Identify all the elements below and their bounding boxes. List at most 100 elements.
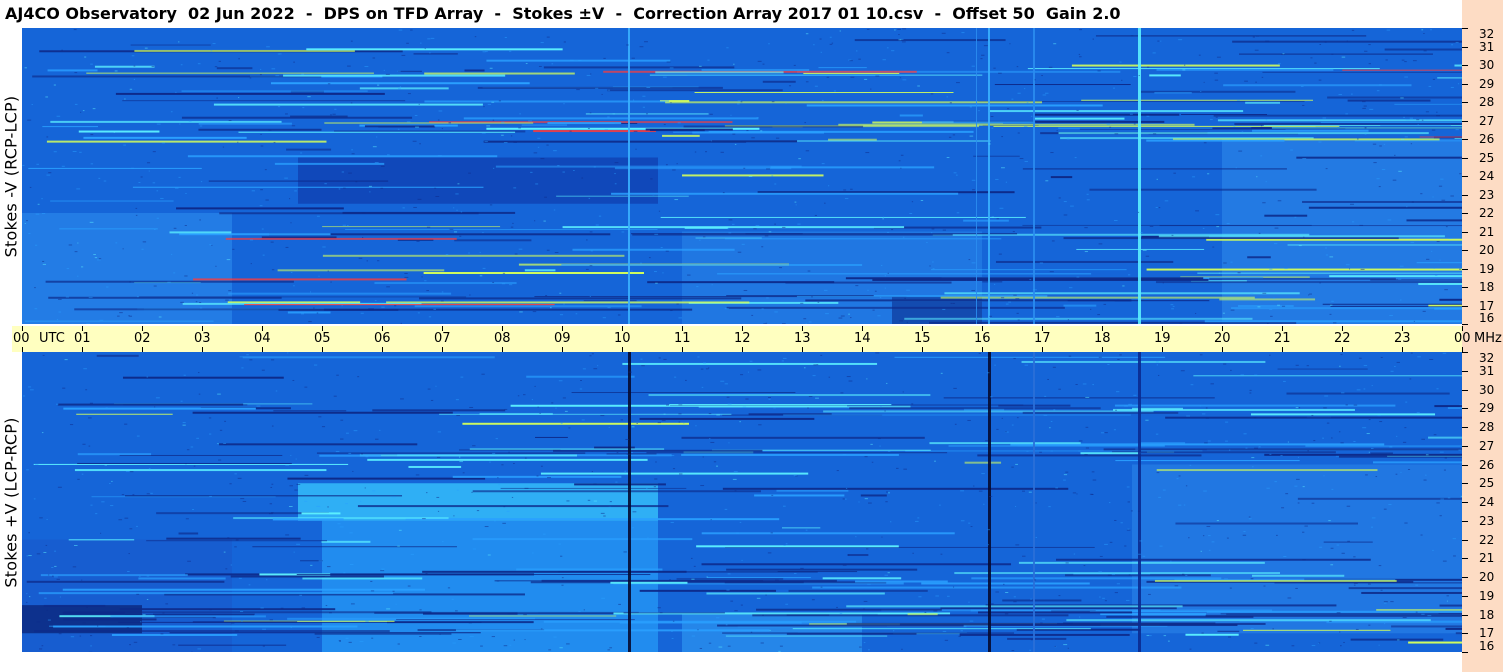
noise-speckle <box>65 296 70 298</box>
noise-speckle <box>1133 75 1137 77</box>
noise-speckle <box>603 57 606 59</box>
noise-speckle <box>739 521 742 523</box>
noise-speckle <box>1104 600 1107 602</box>
noise-speckle <box>944 639 949 641</box>
noise-speckle <box>1405 119 1410 121</box>
noise-speckle <box>436 496 440 498</box>
time-tick-label: 18 <box>1094 331 1111 346</box>
noise-speckle <box>813 364 817 366</box>
noise-speckle <box>678 421 681 423</box>
noise-speckle <box>537 137 541 139</box>
interference-streak <box>994 84 1131 86</box>
noise-speckle <box>1431 250 1433 252</box>
noise-speckle <box>453 515 455 517</box>
noise-speckle <box>1311 502 1315 504</box>
interference-streak <box>423 272 644 275</box>
noise-speckle <box>540 158 545 160</box>
interference-streak <box>178 532 199 535</box>
noise-speckle <box>94 257 98 259</box>
interference-streak <box>345 229 658 231</box>
noise-speckle <box>1205 417 1209 419</box>
noise-speckle <box>727 573 731 575</box>
noise-speckle <box>1368 451 1370 453</box>
noise-speckle <box>1404 522 1408 524</box>
noise-speckle <box>133 641 138 643</box>
noise-speckle <box>1188 537 1190 539</box>
noise-speckle <box>771 175 774 177</box>
noise-speckle <box>1329 304 1333 306</box>
noise-speckle <box>386 286 390 288</box>
time-tick-label: 14 <box>854 331 871 346</box>
noise-speckle <box>426 492 428 494</box>
noise-speckle <box>1294 485 1298 487</box>
noise-speckle <box>1208 549 1211 551</box>
interference-streak <box>1146 139 1285 142</box>
noise-speckle <box>1411 201 1414 203</box>
interference-streak <box>33 463 349 465</box>
noise-speckle <box>842 454 847 456</box>
noise-speckle <box>372 57 376 59</box>
noise-speckle <box>1345 113 1348 115</box>
noise-speckle <box>81 579 83 581</box>
interference-streak <box>296 574 651 576</box>
noise-speckle <box>459 235 462 237</box>
noise-speckle <box>125 471 130 473</box>
noise-speckle <box>1383 508 1387 510</box>
noise-speckle <box>96 259 101 261</box>
noise-speckle <box>140 176 143 178</box>
noise-speckle <box>426 226 431 228</box>
interference-streak <box>993 125 1340 127</box>
noise-speckle <box>269 503 273 505</box>
noise-speckle <box>228 290 232 292</box>
noise-speckle <box>442 541 444 543</box>
noise-speckle <box>782 505 786 507</box>
noise-speckle <box>733 63 735 65</box>
interference-streak <box>1234 123 1462 126</box>
noise-speckle <box>293 285 295 287</box>
noise-speckle <box>498 484 501 486</box>
noise-speckle <box>1229 587 1232 589</box>
noise-speckle <box>821 163 825 165</box>
noise-speckle <box>838 317 843 319</box>
noise-speckle <box>458 638 462 640</box>
interference-streak <box>272 518 344 521</box>
noise-speckle <box>230 564 233 566</box>
noise-speckle <box>845 498 847 500</box>
noise-speckle <box>193 465 196 467</box>
noise-speckle <box>419 143 421 145</box>
noise-speckle <box>973 485 975 487</box>
noise-speckle <box>1371 517 1376 519</box>
interference-streak <box>94 65 155 68</box>
noise-speckle <box>479 251 481 253</box>
interference-streak <box>806 104 1103 107</box>
interference-streak <box>26 580 225 583</box>
noise-speckle <box>285 534 290 536</box>
noise-speckle <box>840 315 845 317</box>
noise-speckle <box>1128 403 1132 405</box>
interference-streak <box>665 101 1043 104</box>
noise-speckle <box>341 305 343 307</box>
noise-speckle <box>1007 108 1010 110</box>
noise-speckle <box>1383 601 1388 603</box>
noise-speckle <box>1353 441 1356 443</box>
noise-speckle <box>456 489 459 491</box>
noise-speckle <box>494 520 496 522</box>
noise-speckle <box>1215 116 1218 118</box>
noise-speckle <box>623 551 627 553</box>
noise-speckle <box>557 165 560 167</box>
noise-speckle <box>1407 468 1411 470</box>
noise-speckle <box>824 289 828 291</box>
noise-speckle <box>1423 50 1427 52</box>
frequency-tick-label: 22 <box>1479 533 1495 547</box>
noise-speckle <box>1013 294 1017 296</box>
noise-speckle <box>296 543 301 545</box>
noise-speckle <box>678 413 682 415</box>
frequency-tick-label: 19 <box>1479 262 1495 276</box>
noise-speckle <box>561 584 564 586</box>
frequency-tick-label: 25 <box>1479 151 1495 165</box>
noise-speckle <box>251 190 255 192</box>
noise-speckle <box>720 380 725 382</box>
interference-streak <box>1296 156 1462 159</box>
noise-speckle <box>1124 405 1128 407</box>
interference-streak <box>683 125 864 128</box>
